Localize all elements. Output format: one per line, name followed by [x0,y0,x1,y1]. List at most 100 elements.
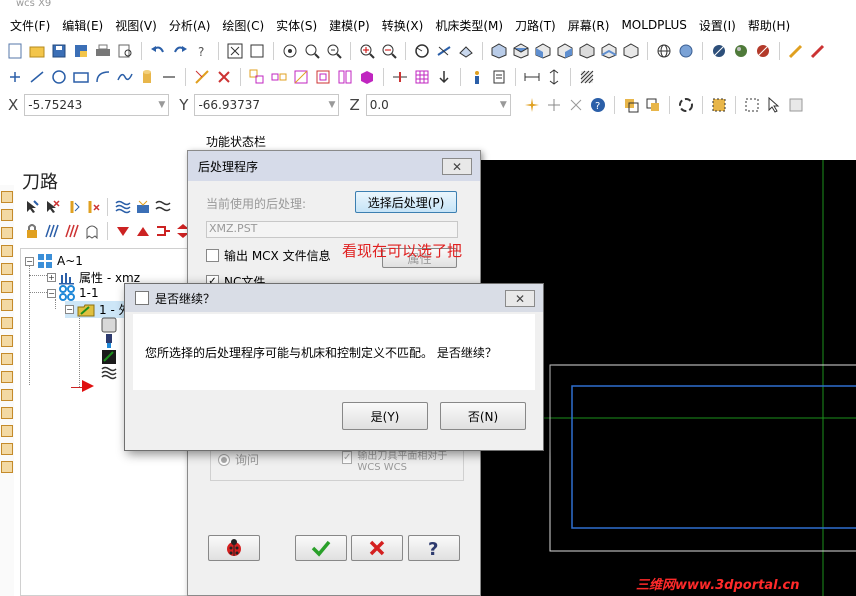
strip-tool-icon[interactable] [1,335,13,347]
arc-icon[interactable] [94,68,112,86]
trim-icon[interactable] [193,68,211,86]
view-back-icon[interactable] [578,42,596,60]
dimension-horizontal-icon[interactable] [523,68,541,86]
z-coordinate-input[interactable]: 0.0 ▼ [365,94,511,116]
new-file-icon[interactable] [6,42,24,60]
globe-icon[interactable] [655,42,673,60]
output-tool-plane-row[interactable]: ✓ 输出刀具平面相对于 WCS WCS [342,451,462,473]
break-icon[interactable] [391,68,409,86]
sphere-icon[interactable] [677,42,695,60]
menu-view[interactable]: 视图(V) [109,17,163,34]
print-icon[interactable] [94,42,112,60]
zoom-selected-icon[interactable] [325,42,343,60]
repaint-icon[interactable] [248,42,266,60]
print-preview-icon[interactable] [116,42,134,60]
refresh-selection-icon[interactable] [677,96,695,114]
yes-button[interactable]: 是(Y) [342,402,428,430]
chevron-down-icon[interactable]: ▼ [158,100,165,110]
snap-icon[interactable] [567,96,585,114]
y-coordinate-input[interactable]: -66.93737 ▼ [194,94,340,116]
select-all-ops-icon[interactable] [24,199,40,215]
cancel-button[interactable] [351,535,403,561]
post-dialog-close-button[interactable]: ✕ [442,158,472,175]
move-down-icon[interactable] [115,223,131,239]
strip-tool-icon[interactable] [1,461,13,473]
strip-tool-icon[interactable] [1,191,13,203]
tree-geometry[interactable] [101,349,117,365]
backplot-icon[interactable] [115,199,131,215]
output-tool-plane-checkbox[interactable]: ✓ [342,451,353,464]
zoom-window-icon[interactable] [303,42,321,60]
menu-moldplus[interactable]: MOLDPLUS [615,18,692,32]
insert-arrow-icon[interactable] [155,223,171,239]
select-post-button[interactable]: 选择后处理(P) [355,191,457,213]
regenerate-icon[interactable] [64,199,80,215]
xform-translate-icon[interactable] [248,68,266,86]
confirm-dialog-close-button[interactable]: ✕ [505,290,535,307]
view-right-icon[interactable] [556,42,574,60]
menu-create[interactable]: 绘图(C) [216,17,270,34]
mask-icon[interactable] [710,96,728,114]
ask-radio[interactable] [218,453,230,466]
menu-analyze[interactable]: 分析(A) [163,17,217,34]
menu-solids[interactable]: 实体(S) [270,17,323,34]
window-select-icon[interactable] [743,96,761,114]
help-icon[interactable]: ? [193,42,211,60]
rotate-view-icon[interactable] [413,42,431,60]
strip-tool-icon[interactable] [1,353,13,365]
simulate-icon[interactable] [155,199,171,215]
info-icon[interactable] [468,68,486,86]
strip-tool-icon[interactable] [1,245,13,257]
x-coordinate-input[interactable]: -5.75243 ▼ [24,94,170,116]
zoom-target-icon[interactable] [281,42,299,60]
hatch-icon[interactable] [578,68,596,86]
xform-project-icon[interactable] [358,68,376,86]
circle-icon[interactable] [50,68,68,86]
plane-view-icon[interactable] [457,42,475,60]
menu-machine-type[interactable]: 机床类型(M) [429,17,509,34]
view-iso-icon[interactable] [490,42,508,60]
menu-settings[interactable]: 设置(I) [693,17,742,34]
line-icon[interactable] [28,68,46,86]
strip-tool-icon[interactable] [1,209,13,221]
strip-tool-icon[interactable] [1,227,13,239]
bug-report-button[interactable] [208,535,260,561]
strip-tool-icon[interactable] [1,425,13,437]
menu-toolpaths[interactable]: 刀路(T) [509,17,562,34]
shading-wire-icon[interactable] [710,42,728,60]
point-icon[interactable] [6,68,24,86]
menu-xform[interactable]: 转换(X) [376,17,430,34]
zoom-in-icon[interactable] [358,42,376,60]
expand-box-icon[interactable]: + [47,273,56,282]
open-file-icon[interactable] [28,42,46,60]
lock-icon[interactable] [24,223,40,239]
dimension-vertical-icon[interactable] [545,68,563,86]
drop-icon[interactable] [435,68,453,86]
menu-help[interactable]: 帮助(H) [742,17,796,34]
fit-screen-icon[interactable] [226,42,244,60]
help-button[interactable]: ? [408,535,460,561]
save-icon[interactable] [50,42,68,60]
xform-offset-icon[interactable] [336,68,354,86]
ok-button[interactable] [295,535,347,561]
strip-tool-icon[interactable] [1,443,13,455]
chevron-down-icon[interactable]: ▼ [329,100,336,110]
view-left-icon[interactable] [622,42,640,60]
spline-icon[interactable] [116,68,134,86]
view-front-icon[interactable] [534,42,552,60]
view-bottom-icon[interactable] [600,42,618,60]
select-chain-icon[interactable] [622,96,640,114]
tree-root[interactable]: − A~1 [25,253,83,269]
brush-icon[interactable] [809,42,827,60]
no-button[interactable]: 否(N) [440,402,526,430]
select-all-icon[interactable] [787,96,805,114]
help-circle-icon[interactable]: ? [589,96,607,114]
undo-icon[interactable] [149,42,167,60]
strip-tool-icon[interactable] [1,263,13,275]
tree-tool[interactable] [101,333,117,349]
xform-rotate-icon[interactable] [292,68,310,86]
grid-icon[interactable] [413,68,431,86]
shading-solid-icon[interactable] [732,42,750,60]
collapse-box-icon[interactable]: − [65,305,74,314]
menu-edit[interactable]: 编辑(E) [56,17,109,34]
